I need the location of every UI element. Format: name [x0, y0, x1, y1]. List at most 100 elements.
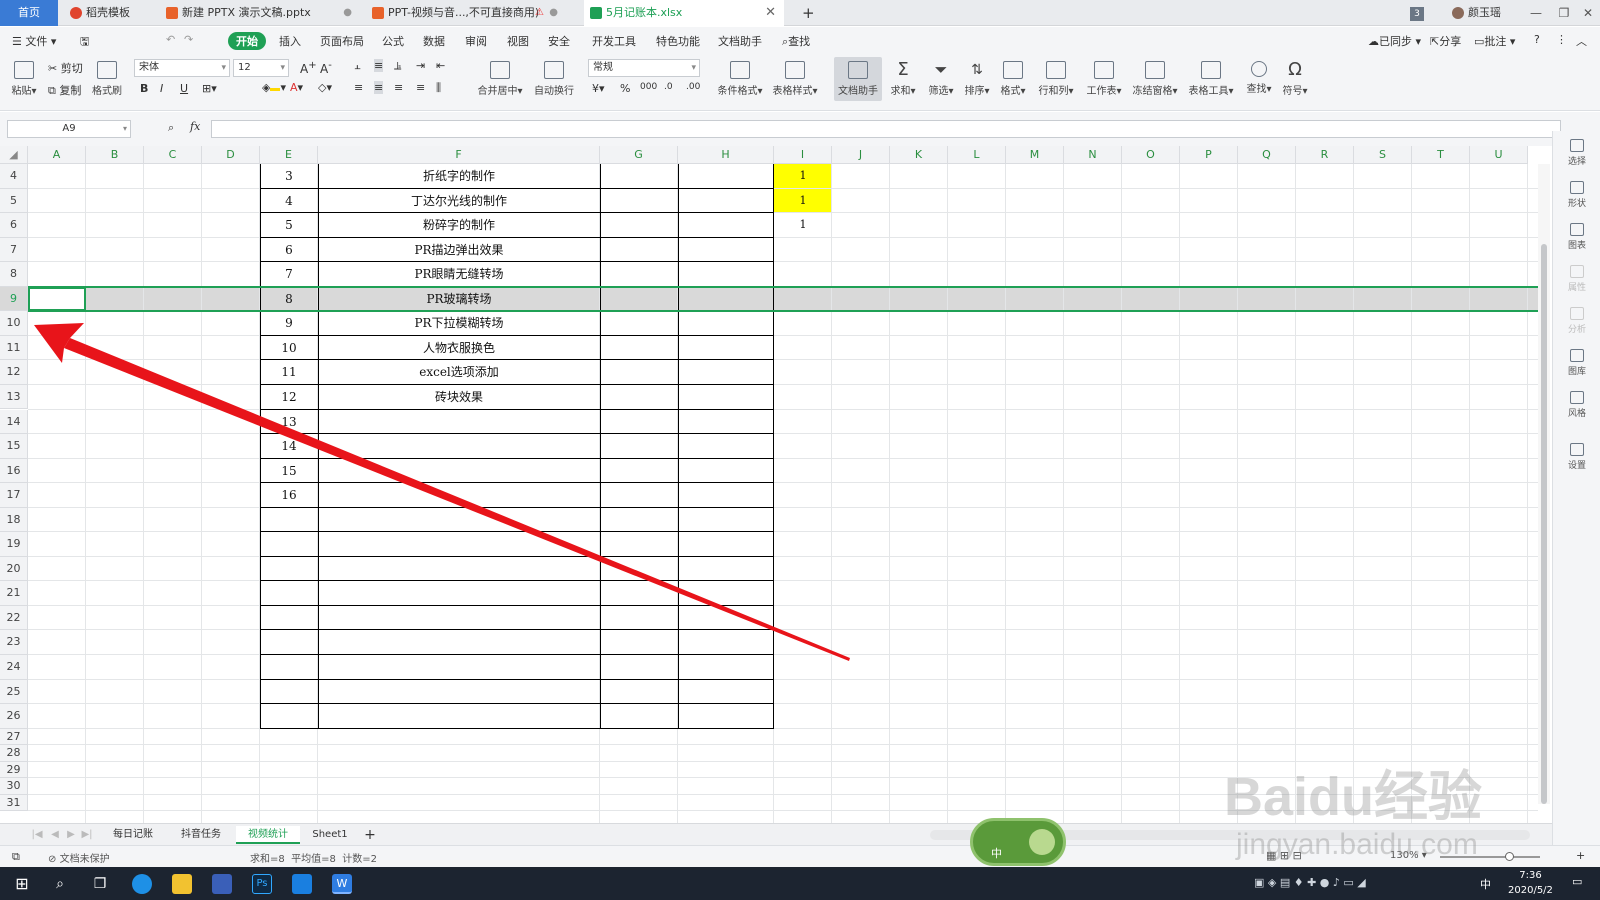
column-header-u[interactable]: U: [1470, 146, 1528, 164]
help-icon[interactable]: ?: [1534, 33, 1540, 46]
more-icon[interactable]: ⋮: [1556, 33, 1567, 46]
menu-special[interactable]: 特色功能: [656, 33, 700, 49]
cell-seq-number[interactable]: 4: [260, 189, 318, 214]
increase-decimal-icon[interactable]: .0: [664, 82, 673, 92]
border-icon[interactable]: ⊞▾: [202, 82, 217, 95]
column-header-c[interactable]: C: [144, 146, 202, 164]
symbol-button[interactable]: Ω 符号▾: [1280, 61, 1310, 98]
font-size-select[interactable]: 12: [233, 59, 289, 77]
decrease-font-icon[interactable]: A-: [320, 60, 332, 76]
italic-button[interactable]: I: [160, 82, 163, 95]
cell-seq-number[interactable]: 6: [260, 238, 318, 263]
column-header-m[interactable]: M: [1006, 146, 1064, 164]
font-name-select[interactable]: 宋体: [134, 59, 230, 77]
close-tab-icon[interactable]: ✕: [765, 0, 776, 26]
merge-center-button[interactable]: 合并居中▾: [474, 61, 526, 97]
align-center-icon[interactable]: ≡: [374, 81, 384, 94]
row-header-29[interactable]: 29: [0, 761, 28, 779]
column-header-d[interactable]: D: [202, 146, 260, 164]
format-button[interactable]: 格式▾: [998, 61, 1028, 97]
align-top-icon[interactable]: ⫠: [354, 59, 361, 73]
column-header-j[interactable]: J: [832, 146, 890, 164]
menu-review[interactable]: 审阅: [465, 33, 487, 49]
cell-seq-number[interactable]: 8: [260, 287, 318, 312]
row-header-7[interactable]: 7: [0, 237, 28, 263]
scrollbar-thumb[interactable]: [1541, 244, 1547, 804]
side-style-button[interactable]: 风格: [1553, 391, 1600, 419]
row-header-18[interactable]: 18: [0, 507, 28, 533]
cell-video-title[interactable]: [318, 483, 600, 508]
macro-icon[interactable]: ⧉: [12, 850, 20, 864]
clear-format-icon[interactable]: ◇▾: [318, 81, 332, 94]
start-icon[interactable]: ⊞: [12, 874, 32, 894]
column-header-k[interactable]: K: [890, 146, 948, 164]
font-color-icon[interactable]: A▾: [290, 81, 303, 94]
column-header-s[interactable]: S: [1354, 146, 1412, 164]
tab-xlsx-active[interactable]: 5月记账本.xlsx ✕: [584, 0, 784, 26]
tab-dot-icon[interactable]: ●: [549, 0, 558, 26]
row-header-25[interactable]: 25: [0, 679, 28, 705]
row-header-16[interactable]: 16: [0, 458, 28, 484]
sheet-tab-daily[interactable]: 每日记账: [100, 826, 166, 844]
search-icon[interactable]: ⌕: [50, 874, 70, 894]
column-header-q[interactable]: Q: [1238, 146, 1296, 164]
cell-seq-number[interactable]: 12: [260, 385, 318, 410]
zoom-formula-icon[interactable]: ⌕: [168, 121, 174, 135]
distribute-icon[interactable]: ⫼: [436, 81, 441, 95]
underline-button[interactable]: U: [180, 82, 188, 95]
menu-formula[interactable]: 公式: [382, 33, 404, 49]
cell-seq-number[interactable]: 15: [260, 459, 318, 484]
side-settings-button[interactable]: 设置: [1553, 443, 1600, 471]
menu-security[interactable]: 安全: [548, 33, 570, 49]
column-header-p[interactable]: P: [1180, 146, 1238, 164]
table-tools-button[interactable]: 表格工具▾: [1186, 61, 1236, 97]
row-header-21[interactable]: 21: [0, 581, 28, 606]
spreadsheet-grid[interactable]: ◢ A B C D E F G H I J K L M N O P Q R S T U 4 5 6 7 8 9 10 11 12 13 14 1…: [0, 146, 1552, 823]
sheet-nav-first[interactable]: |◀: [30, 826, 44, 844]
thousands-icon[interactable]: 000: [640, 82, 657, 92]
row-header-13[interactable]: 13: [0, 384, 28, 410]
tray-icons[interactable]: ▣ ◈ ▤ ♦ ✚ ● ♪ ▭ ◢: [1254, 876, 1366, 889]
row-header-8[interactable]: 8: [0, 262, 28, 287]
cell-video-title[interactable]: excel选项添加: [318, 360, 600, 385]
row-header-28[interactable]: 28: [0, 745, 28, 762]
column-header-i[interactable]: I: [774, 146, 832, 164]
select-all-corner[interactable]: ◢: [0, 146, 28, 164]
quick-save-icon[interactable]: 🖫: [80, 33, 89, 52]
share-button[interactable]: ⇱分享: [1430, 33, 1461, 49]
row-header-26[interactable]: 26: [0, 704, 28, 729]
cell-video-title[interactable]: PR下拉模糊转场: [318, 311, 600, 336]
row-header-11[interactable]: 11: [0, 335, 28, 361]
side-properties-button[interactable]: 属性: [1553, 265, 1600, 293]
cell-seq-number[interactable]: 10: [260, 336, 318, 361]
cell-video-title[interactable]: PR描边弹出效果: [318, 238, 600, 263]
column-header-r[interactable]: R: [1296, 146, 1354, 164]
browser-icon[interactable]: [132, 874, 152, 894]
align-middle-icon[interactable]: ≡: [374, 59, 384, 72]
formula-input[interactable]: [211, 120, 1561, 138]
find-button[interactable]: 查找▾: [1244, 61, 1274, 95]
doc-assistant-button[interactable]: 文档助手: [834, 57, 882, 101]
zoom-in-icon[interactable]: +: [1576, 849, 1585, 862]
decrease-decimal-icon[interactable]: .00: [686, 82, 700, 92]
cell-seq-number[interactable]: 5: [260, 213, 318, 238]
menu-insert[interactable]: 插入: [279, 33, 301, 49]
add-sheet-button[interactable]: +: [362, 826, 378, 844]
cell-seq-number[interactable]: 11: [260, 360, 318, 385]
column-header-t[interactable]: T: [1412, 146, 1470, 164]
percent-icon[interactable]: %: [620, 82, 630, 95]
cell-i-value[interactable]: 1: [774, 164, 832, 189]
cell-video-title[interactable]: PR玻璃转场: [318, 287, 600, 312]
column-header-n[interactable]: N: [1064, 146, 1122, 164]
ime-floating-badge[interactable]: 中: [970, 818, 1066, 866]
cell-seq-number[interactable]: 16: [260, 483, 318, 508]
row-header-12[interactable]: 12: [0, 360, 28, 385]
row-header-6[interactable]: 6: [0, 213, 28, 238]
sheet-nav-next[interactable]: ▶: [64, 826, 78, 844]
minimize-icon[interactable]: —: [1522, 0, 1550, 26]
row-header-19[interactable]: 19: [0, 532, 28, 557]
app-icon[interactable]: [212, 874, 232, 894]
cell-video-title[interactable]: [318, 459, 600, 484]
cell-video-title[interactable]: [318, 434, 600, 459]
protect-status[interactable]: ⊘ 文档未保护: [48, 850, 110, 865]
